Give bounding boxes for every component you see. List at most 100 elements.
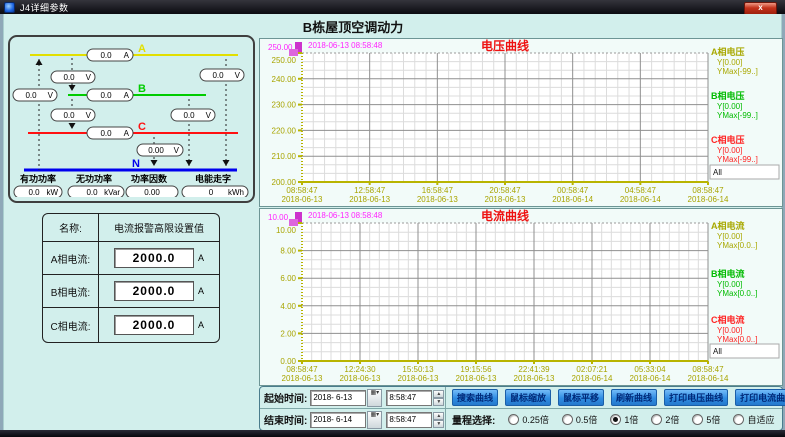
start-time-spinner[interactable]: ▲▼ <box>433 390 444 406</box>
x-tick-time: 12:58:47 <box>354 186 386 195</box>
voltage-chart[interactable]: 250.00240.00230.00220.00210.00200.0008:5… <box>260 39 780 204</box>
table-row: 2000.0 A <box>99 275 219 308</box>
range-option-1倍[interactable]: 1倍 <box>610 413 638 426</box>
print-current-curve-button[interactable]: 打印电流曲线 <box>735 389 785 406</box>
x-tick-date: 2018-06-14 <box>688 374 729 383</box>
legend-y-value: Y[0.00] <box>717 232 742 241</box>
svg-text:V: V <box>86 111 92 120</box>
svg-text:0: 0 <box>209 188 214 197</box>
search-curve-button[interactable]: 搜索曲线 <box>452 389 498 406</box>
x-tick-time: 22:41:39 <box>518 365 550 374</box>
legend-ymax-value: YMax[-99..] <box>717 155 758 164</box>
range-select-row: 量程选择: 0.25倍0.5倍1倍2倍5倍自适应 <box>452 412 774 427</box>
range-option-自适应[interactable]: 自适应 <box>733 413 774 426</box>
legend-series-name: C相电流 <box>711 314 745 325</box>
y-tick-label: 230.00 <box>272 101 297 110</box>
legend-all-label: All <box>713 168 722 177</box>
x-tick-time: 02:07:21 <box>576 365 608 374</box>
x-tick-time: 08:58:47 <box>286 365 318 374</box>
phase-label-c: C <box>138 121 146 133</box>
mouse-zoom-button[interactable]: 鼠标缩放 <box>505 389 551 406</box>
radio-icon[interactable] <box>610 414 621 425</box>
radio-icon[interactable] <box>508 414 519 425</box>
svg-text:V: V <box>235 71 241 80</box>
range-option-0.5倍[interactable]: 0.5倍 <box>562 413 598 426</box>
page-title: B栋屋顶空调动力 <box>303 17 403 36</box>
x-tick-time: 20:58:47 <box>489 186 521 195</box>
spinner-up-icon[interactable]: ▲ <box>433 412 444 420</box>
y-tick-label: 210.00 <box>272 152 297 161</box>
spinner-up-icon[interactable]: ▲ <box>433 390 444 398</box>
y-tick-label: 6.00 <box>280 274 296 283</box>
phase-label-b: B <box>138 83 146 95</box>
range-option-5倍[interactable]: 5倍 <box>692 413 720 426</box>
svg-text:0.00: 0.00 <box>144 188 160 197</box>
x-tick-date: 2018-06-14 <box>630 374 671 383</box>
radio-icon[interactable] <box>733 414 744 425</box>
end-date-input[interactable]: 2018- 6-14 <box>310 412 366 428</box>
current-chart[interactable]: 10.008.006.004.002.000.0008:58:472018-06… <box>260 209 780 383</box>
b-phase-limit-input[interactable]: 2000.0 <box>114 281 194 301</box>
phase-label-n: N <box>132 158 140 170</box>
y-tick-label: 10.00 <box>276 226 297 235</box>
cursor-timestamp: 2018-06-13 08:58:48 <box>308 41 383 50</box>
svg-text:kWh: kWh <box>228 188 244 197</box>
y-tick-label: 220.00 <box>272 126 297 135</box>
range-option-label: 0.5倍 <box>576 413 598 426</box>
radio-icon[interactable] <box>562 414 573 425</box>
y-tick-label: 8.00 <box>280 247 296 256</box>
spinner-down-icon[interactable]: ▼ <box>433 398 444 406</box>
x-tick-date: 2018-06-13 <box>282 374 323 383</box>
svg-text:kVar: kVar <box>104 188 120 197</box>
start-time-label: 起始时间: <box>264 390 307 405</box>
chart-title: 电流曲线 <box>481 209 529 223</box>
arrowhead-icon <box>36 59 43 65</box>
x-tick-time: 16:58:47 <box>422 186 454 195</box>
end-time-input[interactable]: 8:58:47 <box>386 412 432 428</box>
print-voltage-curve-button[interactable]: 打印电压曲线 <box>664 389 728 406</box>
legend-series-name: B相电压 <box>711 90 745 101</box>
legend-series-name: C相电压 <box>711 134 745 145</box>
start-date-dropdown-icon[interactable]: ▦▾ <box>367 389 382 407</box>
refresh-curve-button[interactable]: 刷新曲线 <box>611 389 657 406</box>
table-header-name: 名称: <box>43 214 99 242</box>
circuit-diagram: ABCN0.0A0.0A0.0A0.0V0.0V0.0V0.00V0.0V0.0… <box>10 37 249 197</box>
x-tick-date: 2018-06-13 <box>417 195 458 204</box>
start-time-input[interactable]: 8:58:47 <box>386 390 432 406</box>
range-option-2倍[interactable]: 2倍 <box>651 413 679 426</box>
arrowhead-icon <box>151 160 158 166</box>
legend-ymax-value: YMax[0.0..] <box>717 289 757 298</box>
a-phase-limit-input[interactable]: 2000.0 <box>114 248 194 268</box>
radio-icon[interactable] <box>692 414 703 425</box>
end-date-dropdown-icon[interactable]: ▦▾ <box>367 411 382 429</box>
table-row: 2000.0 A <box>99 308 219 342</box>
svg-text:0.00: 0.00 <box>148 146 164 155</box>
range-option-0.25倍[interactable]: 0.25倍 <box>508 413 549 426</box>
start-date-input[interactable]: 2018- 6-13 <box>310 390 366 406</box>
svg-text:V: V <box>48 91 54 100</box>
legend-all-label: All <box>713 347 722 356</box>
row-label-a-phase: A相电流: <box>43 242 99 275</box>
x-tick-time: 08:58:47 <box>692 365 724 374</box>
x-tick-date: 2018-06-14 <box>688 195 729 204</box>
spinner-down-icon[interactable]: ▼ <box>433 420 444 428</box>
svg-text:0.0: 0.0 <box>100 91 112 100</box>
y-tick-label: 2.00 <box>280 329 296 338</box>
cursor-timestamp: 2018-06-13 08:58:48 <box>308 211 383 220</box>
end-time-row: 结束时间: 2018- 6-14 ▦▾ 8:58:47 ▲▼ 量程选择: 0.2… <box>260 409 782 430</box>
x-tick-time: 05:33:04 <box>634 365 666 374</box>
c-phase-limit-input[interactable]: 2000.0 <box>114 315 194 335</box>
mouse-pan-button[interactable]: 鼠标平移 <box>558 389 604 406</box>
legend-series-name: A相电流 <box>711 220 745 231</box>
svg-text:0.0: 0.0 <box>86 188 98 197</box>
end-time-spinner[interactable]: ▲▼ <box>433 412 444 428</box>
svg-text:A: A <box>124 91 130 100</box>
x-tick-time: 08:58:47 <box>692 186 724 195</box>
cursor-marker-icon <box>289 219 298 226</box>
svg-text:0.0: 0.0 <box>28 188 40 197</box>
y-tick-label: 250.00 <box>272 56 297 65</box>
b-phase-unit: A <box>198 286 204 296</box>
radio-icon[interactable] <box>651 414 662 425</box>
range-option-label: 5倍 <box>706 413 720 426</box>
a-phase-unit: A <box>198 253 204 263</box>
